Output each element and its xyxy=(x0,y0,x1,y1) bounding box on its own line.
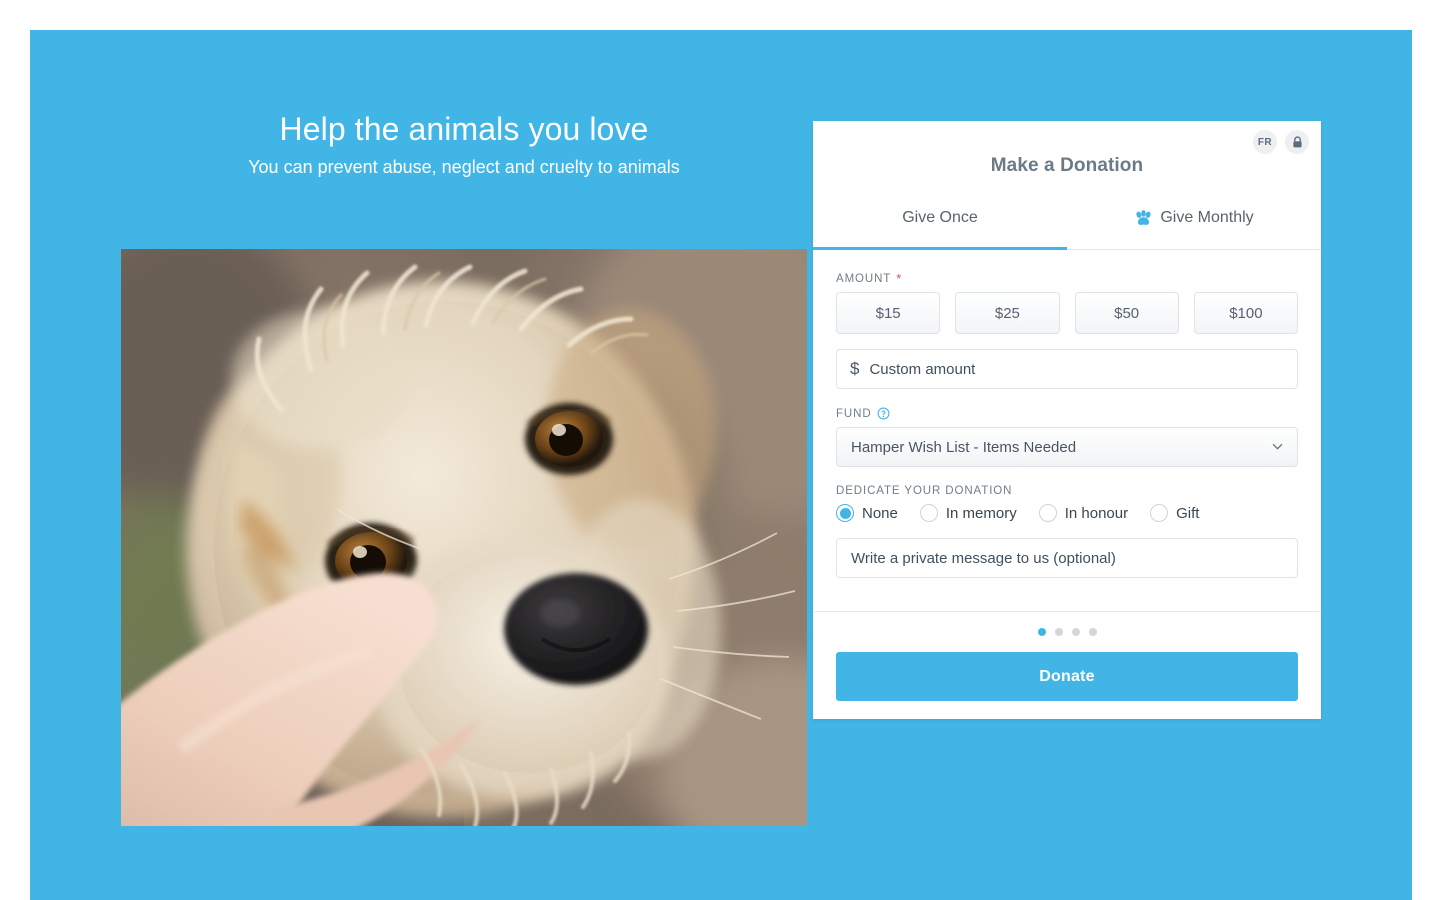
amount-preset-25[interactable]: $25 xyxy=(955,292,1060,334)
tab-give-monthly-label: Give Monthly xyxy=(1160,209,1254,226)
radio-circle-in-memory xyxy=(919,504,938,522)
radio-circle-none xyxy=(836,504,854,522)
private-message-input[interactable] xyxy=(851,549,1283,567)
fund-label-text: FUND xyxy=(836,407,872,420)
dedicate-section: DEDICATE YOUR DONATION None In memory In… xyxy=(836,485,1298,522)
radio-label-gift: Gift xyxy=(1176,504,1200,522)
step-dot-4[interactable] xyxy=(1088,628,1097,636)
card-topbar: FR xyxy=(1253,130,1309,154)
chevron-down-icon xyxy=(1272,442,1283,453)
fund-section-label: FUND xyxy=(836,407,1298,420)
amount-label-text: AMOUNT xyxy=(836,272,892,285)
step-indicator xyxy=(836,628,1298,636)
secure-badge[interactable] xyxy=(1285,130,1309,154)
radio-circle-in-honour xyxy=(1038,504,1057,522)
donation-card: FR Make a Donation Give Once Give Monthl… xyxy=(813,121,1321,719)
radio-option-in-memory[interactable]: In memory xyxy=(919,504,1017,522)
tab-give-once-label: Give Once xyxy=(902,209,978,226)
language-label: FR xyxy=(1257,136,1273,148)
question-circle-icon[interactable] xyxy=(877,407,890,420)
step-dot-3[interactable] xyxy=(1071,628,1080,636)
lock-icon xyxy=(1292,135,1302,147)
tab-give-monthly[interactable]: Give Monthly xyxy=(1067,197,1321,249)
page-root: Help the animals you love You can preven… xyxy=(0,0,1440,900)
tab-give-once[interactable]: Give Once xyxy=(813,197,1067,250)
amount-section-label: AMOUNT * xyxy=(836,272,1298,285)
card-footer: Donate xyxy=(813,611,1321,719)
donation-form: AMOUNT * $15 $25 $50 $100 $ FUND xyxy=(813,250,1321,578)
hero-text-block: Help the animals you love You can preven… xyxy=(91,108,837,180)
card-title: Make a Donation xyxy=(990,155,1144,176)
amount-preset-15[interactable]: $15 xyxy=(836,292,941,334)
required-asterisk: * xyxy=(896,271,903,286)
radio-label-in-memory: In memory xyxy=(945,504,1017,522)
dedicate-section-label: DEDICATE YOUR DONATION xyxy=(836,485,1298,497)
radio-option-none[interactable]: None xyxy=(836,504,898,522)
page-title: Help the animals you love xyxy=(279,111,649,147)
amount-preset-row: $15 $25 $50 $100 xyxy=(836,292,1298,334)
custom-amount-field[interactable]: $ xyxy=(836,349,1298,389)
hero-photo xyxy=(121,249,807,826)
private-message-field[interactable] xyxy=(836,538,1298,578)
radio-option-gift[interactable]: Gift xyxy=(1150,504,1199,522)
radio-label-none: None xyxy=(862,504,898,522)
radio-label-in-honour: In honour xyxy=(1064,504,1129,522)
paw-icon xyxy=(1134,209,1153,227)
amount-preset-100[interactable]: $100 xyxy=(1193,292,1298,334)
donation-frequency-tabs: Give Once Give Monthly xyxy=(813,197,1321,250)
radio-option-in-honour[interactable]: In honour xyxy=(1038,504,1129,522)
dedicate-label-text: DEDICATE YOUR DONATION xyxy=(836,485,1013,497)
custom-amount-input[interactable] xyxy=(869,360,1284,378)
fund-select[interactable]: Hamper Wish List - Items Needed xyxy=(836,427,1298,467)
fund-section: FUND Hamper Wish List - Items Needed xyxy=(836,407,1298,467)
radio-circle-gift xyxy=(1150,504,1169,522)
step-dot-1[interactable] xyxy=(1037,628,1046,636)
page-subtitle: You can prevent abuse, neglect and cruel… xyxy=(248,157,680,177)
language-toggle-button[interactable]: FR xyxy=(1253,130,1277,154)
dollar-icon: $ xyxy=(850,359,860,378)
dog-photo-illustration xyxy=(121,249,807,826)
dedicate-radio-group: None In memory In honour Gift xyxy=(836,504,1298,522)
step-dot-2[interactable] xyxy=(1054,628,1063,636)
amount-preset-50[interactable]: $50 xyxy=(1074,292,1179,334)
donate-button[interactable]: Donate xyxy=(836,652,1298,701)
fund-selected-value: Hamper Wish List - Items Needed xyxy=(851,438,1077,456)
